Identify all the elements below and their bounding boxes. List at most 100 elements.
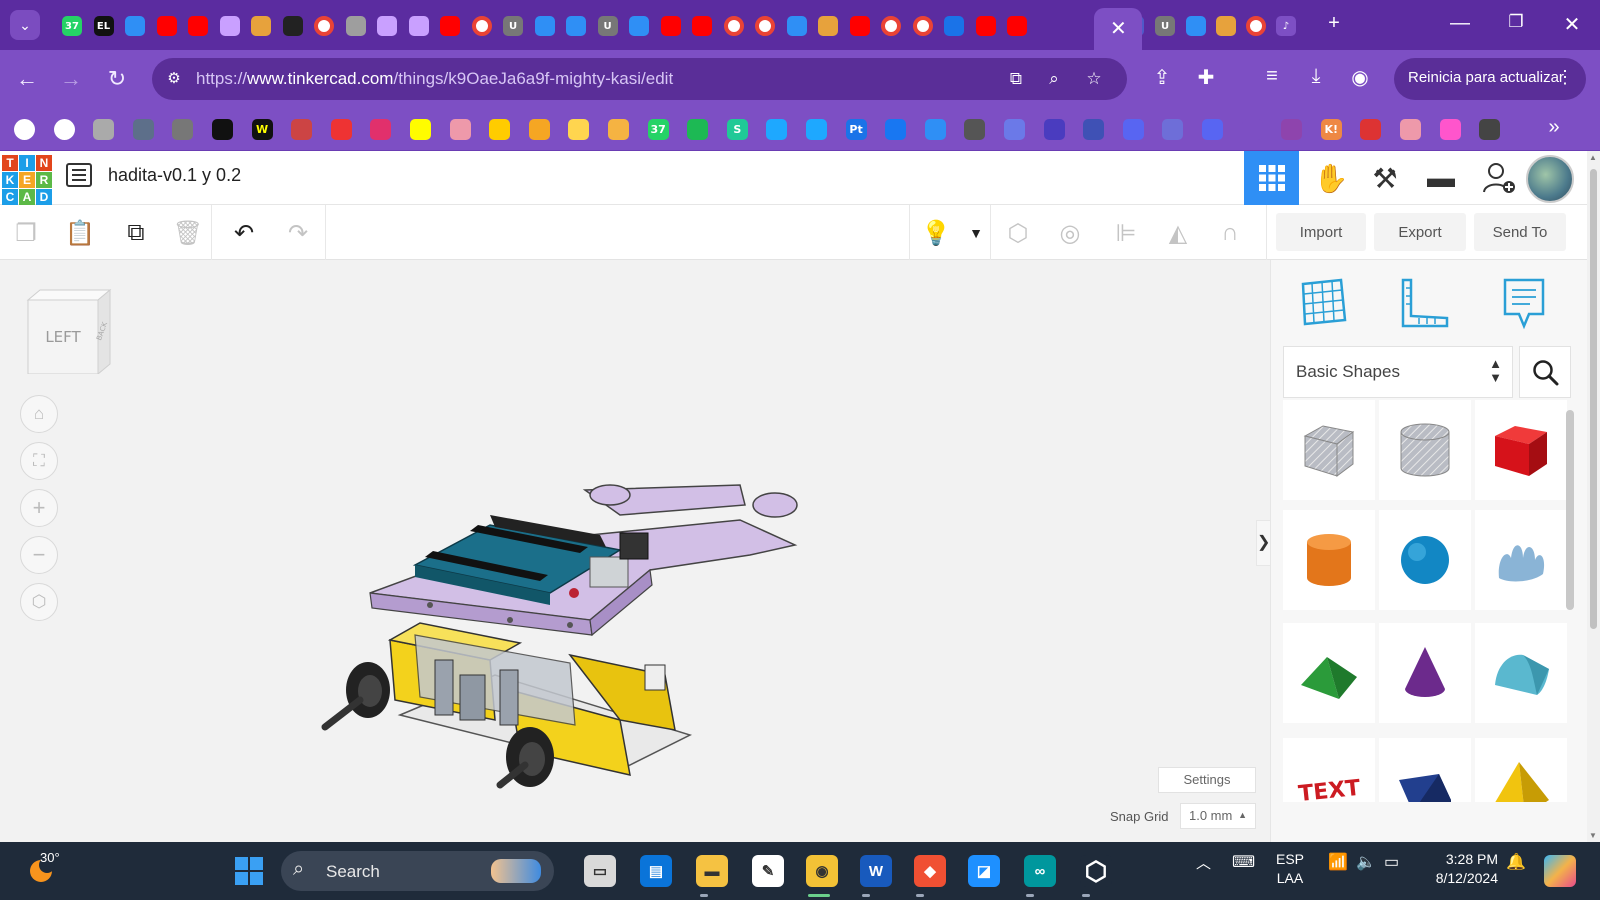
restore-window-icon[interactable]: ❐ xyxy=(1496,12,1536,32)
bookmark-icon[interactable] xyxy=(1004,119,1025,140)
group-icon[interactable]: ⬡ xyxy=(1000,215,1036,251)
send-to-button[interactable]: Send To xyxy=(1474,213,1566,251)
youtube-tab-icon[interactable] xyxy=(975,16,996,36)
bookmark-icon[interactable] xyxy=(172,119,194,140)
bookmark-icon[interactable] xyxy=(370,119,392,140)
install-app-icon[interactable]: ⧉ xyxy=(1004,67,1028,91)
google-tab-icon[interactable] xyxy=(471,16,492,36)
shape-tile-round-roof[interactable] xyxy=(1475,623,1567,723)
temperature[interactable]: 30° xyxy=(40,850,60,865)
bookmark-icon[interactable] xyxy=(14,119,35,140)
shape-tile-cylinder-hole[interactable] xyxy=(1379,400,1471,500)
bookmark-icon[interactable] xyxy=(568,119,590,140)
tinkercad-tab-icon[interactable] xyxy=(629,16,649,36)
ungroup-icon[interactable]: ◎ xyxy=(1052,215,1088,251)
workplane-grid-icon[interactable] xyxy=(1295,274,1353,332)
bookmark-icon[interactable] xyxy=(1122,119,1144,140)
shape-tile-box-hole[interactable] xyxy=(1283,400,1375,500)
task-view-icon[interactable]: ▭ xyxy=(584,855,616,887)
language-indicator[interactable]: ESP LAA xyxy=(1276,850,1304,888)
bricks-icon[interactable]: ▬ xyxy=(1416,155,1466,201)
shape-tile-cylinder[interactable] xyxy=(1283,510,1375,610)
shape-tile-roof[interactable] xyxy=(1283,623,1375,723)
bookmark-icon[interactable] xyxy=(964,119,986,140)
address-bar[interactable]: ⚙ https://www.tinkercad.com/things/k9Oae… xyxy=(152,58,1127,100)
cruise-magnet-icon[interactable]: ∩ xyxy=(1212,215,1248,251)
bookmark-icon[interactable] xyxy=(1439,119,1461,140)
settings-button[interactable]: Settings xyxy=(1158,767,1256,793)
google-tab-icon[interactable] xyxy=(723,16,744,36)
bookmark-icon[interactable]: Pt xyxy=(845,119,867,140)
reload-icon[interactable]: ↻ xyxy=(102,66,132,92)
view-cube[interactable]: LEFT BACK xyxy=(26,288,112,374)
dropdown-caret-icon[interactable]: ▼ xyxy=(958,215,994,251)
shape-tile-wedge[interactable] xyxy=(1379,738,1471,802)
bookmark-icon[interactable] xyxy=(1479,119,1501,140)
arduino-icon[interactable]: ∞ xyxy=(1024,855,1056,887)
keyboard-icon[interactable]: ⌨ xyxy=(1232,852,1255,872)
menu-dots-icon[interactable]: ⋮ xyxy=(1556,67,1574,88)
import-button[interactable]: Import xyxy=(1276,213,1366,251)
back-arrow-icon[interactable]: ← xyxy=(12,66,42,92)
bookmark-icon[interactable] xyxy=(410,119,431,140)
collapse-panel-chevron-icon[interactable]: ❯ xyxy=(1256,520,1270,566)
bookmark-icon[interactable] xyxy=(1281,119,1303,140)
bookmark-icon[interactable] xyxy=(449,119,471,140)
audio-tab-icon[interactable]: ♪ xyxy=(1276,16,1296,36)
scrollbar-thumb[interactable] xyxy=(1590,169,1597,629)
sticky-app-icon[interactable]: ✎ xyxy=(752,855,784,887)
file-explorer-icon[interactable]: ▬ xyxy=(696,855,728,887)
bookmark-icon[interactable]: 37 xyxy=(647,119,669,140)
bookmark-icon[interactable] xyxy=(766,119,788,140)
google-tab-icon[interactable] xyxy=(912,16,933,36)
youtube-tab-icon[interactable] xyxy=(1007,16,1027,36)
3d-design-view-button[interactable] xyxy=(1244,151,1299,205)
photos-icon[interactable]: ◪ xyxy=(968,855,1000,887)
more-bookmarks-icon[interactable]: » xyxy=(1540,116,1568,139)
bookmark-icon[interactable] xyxy=(1043,119,1065,140)
google-tab-icon[interactable] xyxy=(755,16,775,36)
bookmark-icon[interactable] xyxy=(489,119,511,140)
profile-icon[interactable]: ◉ xyxy=(1346,65,1374,90)
shape-category-select[interactable]: Basic Shapes ▲ ▼ xyxy=(1283,346,1513,398)
forward-arrow-icon[interactable]: → xyxy=(56,66,86,92)
collage-tab-icon[interactable] xyxy=(251,16,271,36)
user-avatar[interactable] xyxy=(1526,155,1574,203)
bookmark-icon[interactable] xyxy=(608,119,629,140)
export-button[interactable]: Export xyxy=(1374,213,1466,251)
tinkercad-tab-icon[interactable] xyxy=(125,16,145,36)
snap-grid-select[interactable]: 1.0 mm ▲ xyxy=(1180,803,1256,829)
delete-icon[interactable]: 🗑 xyxy=(170,215,206,251)
shape-tile-sphere[interactable] xyxy=(1379,510,1471,610)
volume-icon[interactable]: 🔈 xyxy=(1356,852,1376,872)
perspective-icon[interactable]: ⬡ xyxy=(20,583,58,621)
design-list-icon[interactable] xyxy=(66,163,92,187)
new-tab-button[interactable]: + xyxy=(1314,12,1354,35)
youtube-tab-icon[interactable] xyxy=(692,16,712,36)
align-icon[interactable]: ⊫ xyxy=(1108,215,1144,251)
mirror-icon[interactable]: ◭ xyxy=(1160,215,1196,251)
app-tab-icon[interactable] xyxy=(408,16,429,36)
whatsapp-tab-icon[interactable]: 37 xyxy=(62,16,82,36)
clock[interactable]: 3:28 PM 8/12/2024 xyxy=(1418,850,1498,888)
google-tab-icon[interactable] xyxy=(881,16,901,36)
bookmark-icon[interactable] xyxy=(93,119,115,140)
pickaxe-icon[interactable]: ⚒ xyxy=(1360,155,1410,201)
app-tab-icon[interactable] xyxy=(1216,16,1236,36)
copilot-icon[interactable] xyxy=(1544,855,1576,887)
bookmark-icon[interactable] xyxy=(1162,119,1184,140)
battery-icon[interactable]: ▭ xyxy=(1384,852,1399,872)
scroll-up-icon[interactable]: ▲ xyxy=(1589,153,1597,162)
bookmark-icon[interactable] xyxy=(528,119,550,140)
bookmark-icon[interactable] xyxy=(924,119,946,140)
download-icon[interactable]: ⤓ xyxy=(1302,65,1330,88)
shape-tile-cone[interactable] xyxy=(1379,623,1471,723)
url-text[interactable]: https://www.tinkercad.com/things/k9OaeJa… xyxy=(196,69,673,89)
youtube-tab-icon[interactable] xyxy=(660,16,681,36)
add-user-icon[interactable] xyxy=(1474,155,1524,201)
bookmark-icon[interactable] xyxy=(806,119,827,140)
notifications-bell-icon[interactable]: 🔔 xyxy=(1506,852,1526,872)
bookmark-icon[interactable] xyxy=(1241,119,1263,140)
collage-tab-icon[interactable] xyxy=(818,16,838,36)
wifi-icon[interactable]: 📶 xyxy=(1328,852,1348,872)
